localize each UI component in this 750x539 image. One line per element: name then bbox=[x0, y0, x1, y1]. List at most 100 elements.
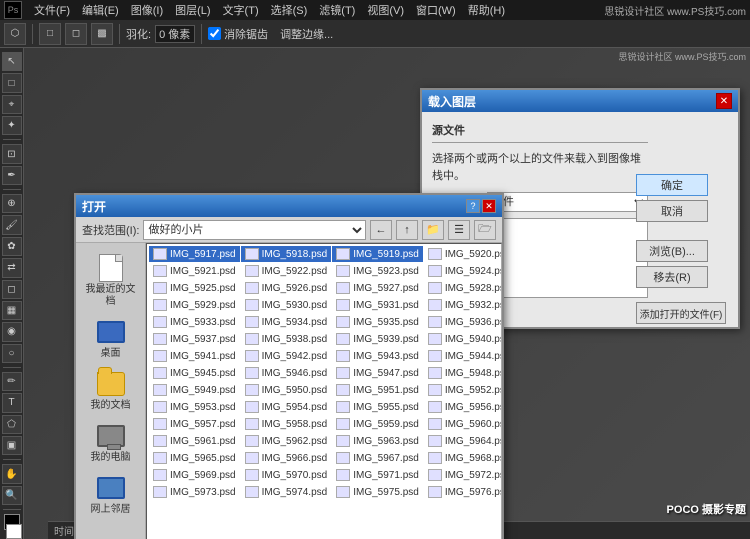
file-item[interactable]: IMG_5951.psd bbox=[332, 382, 423, 398]
file-item[interactable]: IMG_5959.psd bbox=[332, 416, 423, 432]
tool-crop[interactable]: ⊡ bbox=[2, 144, 22, 163]
file-item[interactable]: IMG_5958.psd bbox=[241, 416, 332, 432]
file-item[interactable]: IMG_5921.psd bbox=[149, 263, 240, 279]
file-item[interactable]: IMG_5934.psd bbox=[241, 314, 332, 330]
view-toggle-btn[interactable]: ☰ bbox=[448, 220, 470, 240]
file-item[interactable]: IMG_5962.psd bbox=[241, 433, 332, 449]
tool-history[interactable]: ⇄ bbox=[2, 258, 22, 277]
tool-heal[interactable]: ⊕ bbox=[2, 194, 22, 213]
file-item[interactable]: IMG_5931.psd bbox=[332, 297, 423, 313]
remove-btn[interactable]: 移去(R) bbox=[636, 266, 708, 288]
file-item[interactable]: IMG_5963.psd bbox=[332, 433, 423, 449]
file-item[interactable]: IMG_5956.psd bbox=[424, 399, 502, 415]
tool-dodge[interactable]: ○ bbox=[2, 344, 22, 363]
menu-edit[interactable]: 编辑(E) bbox=[76, 0, 125, 20]
open-help-btn[interactable]: ? bbox=[466, 199, 480, 213]
file-item[interactable]: IMG_5957.psd bbox=[149, 416, 240, 432]
file-item[interactable]: IMG_5941.psd bbox=[149, 348, 240, 364]
file-item[interactable]: IMG_5923.psd bbox=[332, 263, 423, 279]
file-item[interactable]: IMG_5953.psd bbox=[149, 399, 240, 415]
file-item[interactable]: IMG_5954.psd bbox=[241, 399, 332, 415]
file-item[interactable]: IMG_5919.psd bbox=[332, 246, 423, 262]
background-color[interactable] bbox=[6, 524, 22, 539]
nav-back-btn[interactable]: ← bbox=[370, 220, 392, 240]
file-item[interactable]: IMG_5944.psd bbox=[424, 348, 502, 364]
location-select[interactable]: 做好的小片 bbox=[143, 220, 366, 240]
file-item[interactable]: IMG_5972.psd bbox=[424, 467, 502, 483]
tool-magic[interactable]: ✦ bbox=[2, 116, 22, 135]
menu-view[interactable]: 视图(V) bbox=[361, 0, 410, 20]
load-cancel-btn[interactable]: 取消 bbox=[636, 200, 708, 222]
file-item[interactable]: IMG_5949.psd bbox=[149, 382, 240, 398]
file-item[interactable]: IMG_5918.psd bbox=[241, 246, 332, 262]
file-item[interactable]: IMG_5929.psd bbox=[149, 297, 240, 313]
file-item[interactable]: IMG_5940.psd bbox=[424, 331, 502, 347]
anti-alias-check[interactable]: 消除锯齿 bbox=[208, 26, 268, 42]
use-select[interactable]: 文件 文件夹 bbox=[487, 192, 648, 212]
nav-folder-btn[interactable]: 📁 bbox=[422, 220, 444, 240]
file-item[interactable]: IMG_5969.psd bbox=[149, 467, 240, 483]
file-item[interactable]: IMG_5946.psd bbox=[241, 365, 332, 381]
tool-eyedropper[interactable]: ✒ bbox=[2, 166, 22, 185]
file-item[interactable]: IMG_5935.psd bbox=[332, 314, 423, 330]
file-item[interactable]: IMG_5973.psd bbox=[149, 484, 240, 500]
place-recent[interactable]: 我最近的文档 bbox=[81, 251, 141, 311]
tool-eraser[interactable]: ◻ bbox=[2, 280, 22, 299]
browse-btn[interactable]: 浏览(B)... bbox=[636, 240, 708, 262]
feather-input[interactable] bbox=[155, 25, 195, 43]
menu-window[interactable]: 窗口(W) bbox=[410, 0, 462, 20]
tool-options-btn[interactable]: ⬡ bbox=[4, 23, 26, 45]
tool-lasso[interactable]: ⌖ bbox=[2, 95, 22, 114]
load-ok-btn[interactable]: 确定 bbox=[636, 174, 708, 196]
nav-up-btn[interactable]: ↑ bbox=[396, 220, 418, 240]
tool-path[interactable]: ⬠ bbox=[2, 415, 22, 434]
tool-shape[interactable]: ▣ bbox=[2, 436, 22, 455]
file-item[interactable]: IMG_5928.psd bbox=[424, 280, 502, 296]
load-layer-close[interactable]: ✕ bbox=[716, 93, 732, 109]
tool-marquee[interactable]: □ bbox=[2, 73, 22, 92]
menu-file[interactable]: 文件(F) bbox=[28, 0, 76, 20]
marquee2-btn[interactable]: ◻ bbox=[65, 23, 87, 45]
place-mydocs[interactable]: 我的文档 bbox=[81, 367, 141, 415]
file-item[interactable]: IMG_5922.psd bbox=[241, 263, 332, 279]
place-network[interactable]: 网上邻居 bbox=[81, 471, 141, 519]
file-item[interactable]: IMG_5938.psd bbox=[241, 331, 332, 347]
file-item[interactable]: IMG_5926.psd bbox=[241, 280, 332, 296]
add-open-btn[interactable]: 添加打开的文件(F) bbox=[636, 302, 726, 324]
file-item[interactable]: IMG_5936.psd bbox=[424, 314, 502, 330]
file-item[interactable]: IMG_5937.psd bbox=[149, 331, 240, 347]
tool-zoom[interactable]: 🔍 bbox=[2, 486, 22, 505]
file-item[interactable]: IMG_5925.psd bbox=[149, 280, 240, 296]
file-item[interactable]: IMG_5927.psd bbox=[332, 280, 423, 296]
new-folder-btn[interactable]: 🗁 bbox=[474, 220, 496, 240]
file-item[interactable]: IMG_5950.psd bbox=[241, 382, 332, 398]
file-item[interactable]: IMG_5943.psd bbox=[332, 348, 423, 364]
tool-gradient[interactable]: ▦ bbox=[2, 301, 22, 320]
file-item[interactable]: IMG_5961.psd bbox=[149, 433, 240, 449]
adjust-edge-btn[interactable]: 调整边缘... bbox=[280, 26, 333, 42]
file-item[interactable]: IMG_5967.psd bbox=[332, 450, 423, 466]
file-item[interactable]: IMG_5932.psd bbox=[424, 297, 502, 313]
file-item[interactable]: IMG_5952.psd bbox=[424, 382, 502, 398]
tool-pen[interactable]: ✏ bbox=[2, 372, 22, 391]
menu-image[interactable]: 图像(I) bbox=[125, 0, 169, 20]
file-item[interactable]: IMG_5917.psd bbox=[149, 246, 240, 262]
marquee3-btn[interactable]: ▩ bbox=[91, 23, 113, 45]
file-item[interactable]: IMG_5930.psd bbox=[241, 297, 332, 313]
file-item[interactable]: IMG_5939.psd bbox=[332, 331, 423, 347]
file-item[interactable]: IMG_5920.psd bbox=[424, 246, 502, 262]
menu-select[interactable]: 选择(S) bbox=[265, 0, 314, 20]
file-item[interactable]: IMG_5974.psd bbox=[241, 484, 332, 500]
menu-filter[interactable]: 滤镜(T) bbox=[313, 0, 361, 20]
file-item[interactable]: IMG_5970.psd bbox=[241, 467, 332, 483]
menu-help[interactable]: 帮助(H) bbox=[462, 0, 511, 20]
tool-blur[interactable]: ◉ bbox=[2, 322, 22, 341]
file-item[interactable]: IMG_5960.psd bbox=[424, 416, 502, 432]
tool-text[interactable]: T bbox=[2, 393, 22, 412]
place-desktop[interactable]: 桌面 bbox=[81, 315, 141, 363]
file-item[interactable]: IMG_5971.psd bbox=[332, 467, 423, 483]
tool-brush[interactable]: 🖌 bbox=[2, 215, 22, 234]
file-item[interactable]: IMG_5975.psd bbox=[332, 484, 423, 500]
open-close-btn[interactable]: ✕ bbox=[482, 199, 496, 213]
menu-text[interactable]: 文字(T) bbox=[217, 0, 265, 20]
